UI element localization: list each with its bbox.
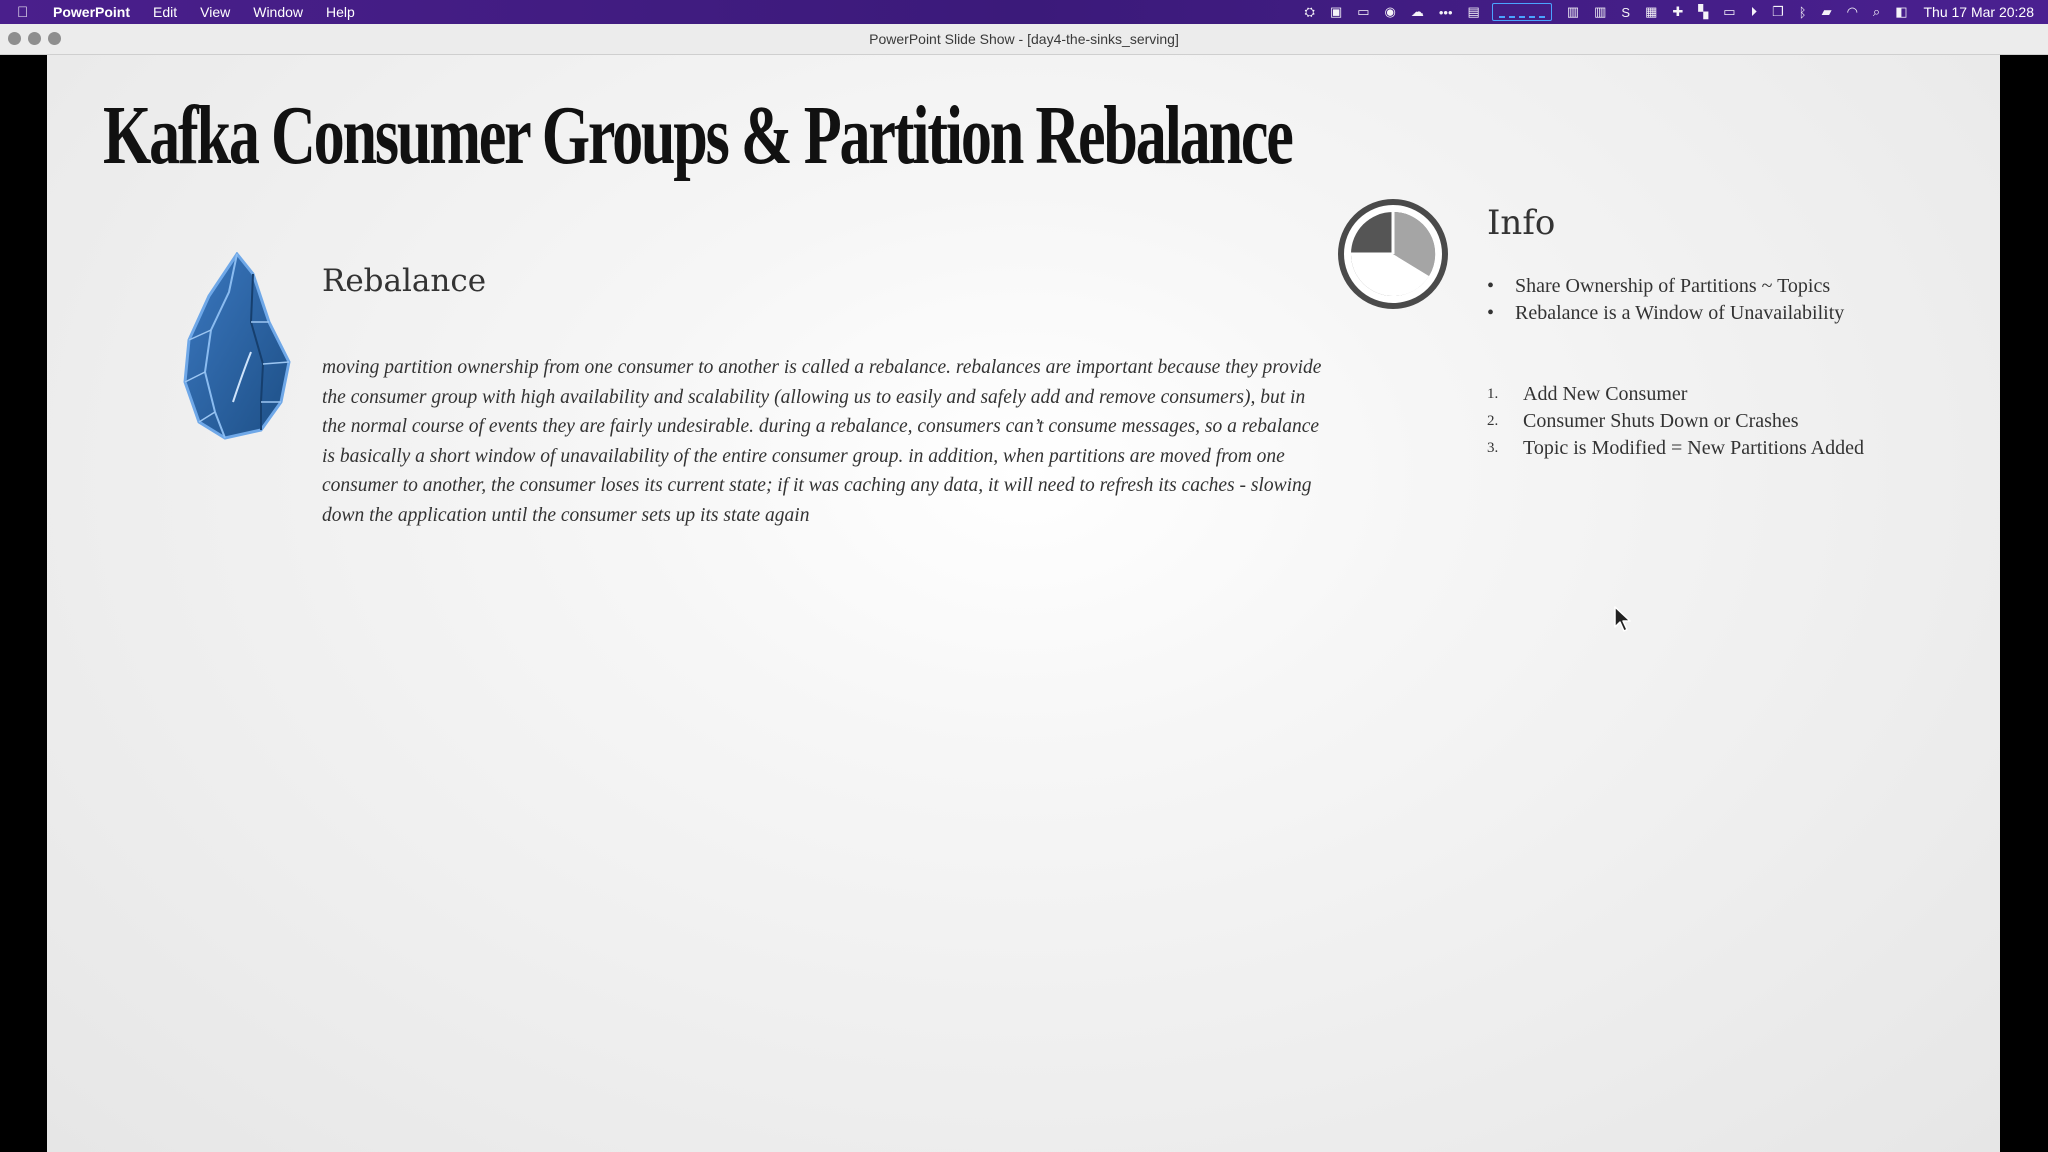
battery-icon[interactable]: ▰ (1822, 4, 1832, 20)
keyboard-icon[interactable]: ▭ (1723, 4, 1735, 20)
slide[interactable]: Kafka Consumer Groups & Partition Rebala… (47, 55, 2000, 1152)
menu-help[interactable]: Help (326, 4, 355, 20)
list-text: Topic is Modified = New Partitions Added (1523, 437, 1864, 459)
window-title: PowerPoint Slide Show - [day4-the-sinks_… (869, 31, 1179, 47)
bullet-item: Rebalance is a Window of Unavailability (1487, 300, 1844, 327)
menu-app-name[interactable]: PowerPoint (53, 4, 130, 20)
display-icon[interactable]: ▤ (1468, 4, 1480, 20)
accessibility-icon[interactable]: ⛭ (1305, 4, 1315, 20)
mouse-cursor-icon (1614, 606, 1631, 632)
menu-bar:  PowerPoint Edit View Window Help ⛭ ▣ ▭… (0, 0, 2048, 24)
search-icon[interactable]: ⌕ (1873, 4, 1880, 20)
status-area: ⛭ ▣ ▭ ◉ ☁ ••• ▤ ▥ ▥ S ▦ ✚ ▚ ▭ ⏵ ❐ ᛒ ▰ ◠ … (1290, 0, 2034, 24)
more-icon[interactable]: ••• (1439, 5, 1453, 20)
crystal-icon (183, 252, 291, 440)
slide-title: Kafka Consumer Groups & Partition Rebala… (103, 89, 1294, 182)
menu-window[interactable]: Window (253, 4, 303, 20)
cloud-icon[interactable]: ☁ (1411, 4, 1424, 20)
window-titlebar: PowerPoint Slide Show - [day4-the-sinks_… (0, 24, 2048, 55)
network-meter-icon[interactable] (1491, 3, 1552, 21)
stats-icon[interactable]: ▥ (1567, 4, 1579, 20)
numbered-item: 2. Consumer Shuts Down or Crashes (1487, 408, 1864, 435)
wifi-icon[interactable]: ◠ (1847, 4, 1858, 20)
screens-icon[interactable]: ❐ (1772, 4, 1784, 20)
list-text: Consumer Shuts Down or Crashes (1523, 410, 1799, 432)
list-text: Add New Consumer (1523, 383, 1688, 405)
window-icon[interactable]: ▭ (1357, 4, 1369, 20)
list-number: 1. (1487, 386, 1499, 402)
drive-icon[interactable]: ▦ (1645, 4, 1657, 20)
bluetooth-icon[interactable]: ᛒ (1799, 5, 1807, 20)
stats2-icon[interactable]: ▥ (1594, 4, 1606, 20)
section-heading: Rebalance (322, 263, 487, 299)
play-icon[interactable]: ⏵ (1751, 4, 1758, 20)
list-number: 3. (1487, 440, 1499, 456)
info-numbered-list: 1. Add New Consumer 2. Consumer Shuts Do… (1487, 381, 1864, 462)
plus-icon[interactable]: ✚ (1672, 4, 1683, 20)
grid-icon[interactable]: ▚ (1698, 4, 1708, 20)
numbered-item: 3. Topic is Modified = New Partitions Ad… (1487, 435, 1864, 462)
numbered-item: 1. Add New Consumer (1487, 381, 1864, 408)
grammarly-icon[interactable]: ◉ (1385, 4, 1396, 20)
list-number: 2. (1487, 413, 1499, 429)
info-circle-icon (1338, 199, 1448, 309)
menu-view[interactable]: View (200, 4, 230, 20)
menu-edit[interactable]: Edit (153, 4, 177, 20)
s-icon[interactable]: S (1621, 5, 1630, 20)
info-heading: Info (1487, 203, 1556, 243)
control-center-icon[interactable]: ◧ (1895, 4, 1907, 20)
screen-record-icon[interactable]: ▣ (1330, 4, 1342, 20)
rebalance-paragraph: moving partition ownership from one cons… (322, 357, 1322, 526)
bullet-item: Share Ownership of Partitions ~ Topics (1487, 273, 1844, 300)
clock[interactable]: Thu 17 Mar 20:28 (1923, 4, 2034, 20)
apple-icon[interactable]:  (17, 4, 39, 21)
info-bullet-list: Share Ownership of Partitions ~ Topics R… (1487, 273, 1844, 327)
